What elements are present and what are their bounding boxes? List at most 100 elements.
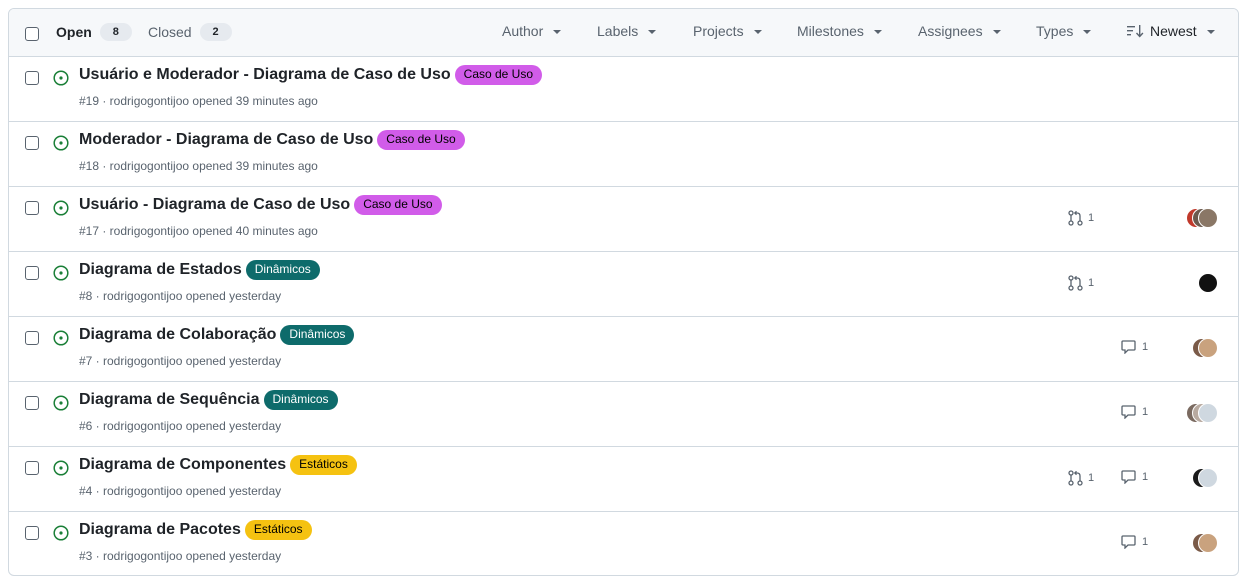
issue-row[interactable]: Diagrama de Sequência Dinâmicos #6 · rodri… bbox=[9, 382, 1238, 447]
labels-filter[interactable]: Labels bbox=[597, 23, 657, 39]
issue-label[interactable]: Caso de Uso bbox=[377, 130, 465, 150]
issue-title-link[interactable]: Usuário - Diagrama de Caso de Uso bbox=[79, 196, 350, 214]
issue-checkbox[interactable] bbox=[25, 526, 39, 540]
milestones-filter-label: Milestones bbox=[797, 23, 864, 39]
labels-filter-label: Labels bbox=[597, 23, 639, 39]
issue-label[interactable]: Caso de Uso bbox=[454, 65, 543, 85]
types-filter-label: Types bbox=[1036, 23, 1074, 39]
assignee-avatars[interactable] bbox=[1186, 208, 1218, 228]
comments-indicator[interactable]: 1 bbox=[1121, 340, 1148, 354]
issue-title-link[interactable]: Diagrama de Sequência bbox=[79, 391, 260, 409]
issue-checkbox[interactable] bbox=[25, 71, 39, 85]
issue-open-icon bbox=[53, 200, 69, 221]
author-filter[interactable]: Author bbox=[502, 23, 562, 39]
sort-dropdown[interactable]: Newest bbox=[1127, 23, 1215, 39]
comment-icon bbox=[1121, 470, 1136, 484]
issue-checkbox[interactable] bbox=[25, 201, 39, 215]
caret-down-icon bbox=[992, 30, 1001, 34]
issues-list-header: Open 8 Closed 2 Author Labels Projects M… bbox=[9, 9, 1238, 57]
issue-open-icon bbox=[53, 70, 69, 91]
author-filter-label: Author bbox=[502, 23, 544, 39]
comment-icon bbox=[1121, 535, 1136, 549]
projects-filter[interactable]: Projects bbox=[693, 23, 762, 39]
issue-title-link[interactable]: Diagrama de Pacotes bbox=[79, 521, 241, 539]
assignee-avatars[interactable] bbox=[1186, 403, 1218, 423]
assignee-avatars[interactable] bbox=[1192, 338, 1218, 358]
avatar bbox=[1198, 533, 1218, 553]
sort-label: Newest bbox=[1150, 23, 1197, 39]
comment-icon bbox=[1121, 340, 1136, 354]
issue-checkbox[interactable] bbox=[25, 136, 39, 150]
open-tab-label: Open bbox=[56, 24, 92, 40]
issue-meta: #18 · rodrigogontijoo opened 39 minutes … bbox=[79, 159, 318, 173]
assignees-filter-label: Assignees bbox=[918, 23, 983, 39]
issue-title-line: Diagrama de Componentes Estáticos bbox=[79, 455, 357, 475]
caret-down-icon bbox=[1083, 30, 1092, 34]
issue-label[interactable]: Estáticos bbox=[244, 520, 312, 540]
issue-title-line: Usuário - Diagrama de Caso de Uso Caso de… bbox=[79, 195, 442, 215]
issue-checkbox[interactable] bbox=[25, 396, 39, 410]
issue-open-icon bbox=[53, 330, 69, 351]
issues-list: Open 8 Closed 2 Author Labels Projects M… bbox=[8, 8, 1239, 576]
avatar bbox=[1198, 468, 1218, 488]
assignee-avatars[interactable] bbox=[1198, 273, 1218, 293]
comments-indicator[interactable]: 1 bbox=[1121, 405, 1148, 419]
comments-indicator[interactable]: 1 bbox=[1121, 470, 1148, 484]
open-issues-tab[interactable]: Open 8 bbox=[56, 23, 132, 41]
issue-row[interactable]: Diagrama de Componentes Estáticos #4 · rod… bbox=[9, 447, 1238, 512]
pull-request-icon bbox=[1068, 275, 1083, 291]
sort-desc-icon bbox=[1127, 25, 1144, 38]
issue-title-line: Diagrama de Sequência Dinâmicos bbox=[79, 390, 338, 410]
assignee-avatars[interactable] bbox=[1192, 533, 1218, 553]
issue-title-link[interactable]: Diagrama de Colaboração bbox=[79, 326, 276, 344]
issue-row[interactable]: Usuário e Moderador - Diagrama de Caso d… bbox=[9, 57, 1238, 122]
closed-tab-label: Closed bbox=[148, 24, 192, 40]
linked-pr-indicator[interactable]: 1 bbox=[1068, 210, 1094, 226]
issue-meta: #6 · rodrigogontijoo opened yesterday bbox=[79, 419, 282, 433]
issue-row[interactable]: Diagrama de Estados Dinâmicos #8 · rodrigo… bbox=[9, 252, 1238, 317]
issue-label[interactable]: Dinâmicos bbox=[245, 260, 320, 280]
issue-open-icon bbox=[53, 525, 69, 546]
caret-down-icon bbox=[873, 30, 882, 34]
assignees-filter[interactable]: Assignees bbox=[918, 23, 1001, 39]
issue-meta: #17 · rodrigogontijoo opened 40 minutes … bbox=[79, 224, 318, 238]
issue-label[interactable]: Estáticos bbox=[290, 455, 357, 475]
issue-row[interactable]: Usuário - Diagrama de Caso de Uso Caso de… bbox=[9, 187, 1238, 252]
caret-down-icon bbox=[1206, 30, 1215, 34]
issue-label[interactable]: Caso de Uso bbox=[354, 195, 442, 215]
pull-request-icon bbox=[1068, 210, 1083, 226]
issue-title-link[interactable]: Usuário e Moderador - Diagrama de Caso d… bbox=[79, 66, 451, 84]
closed-issues-tab[interactable]: Closed 2 bbox=[148, 23, 232, 41]
closed-count-badge: 2 bbox=[199, 23, 232, 41]
issue-label[interactable]: Dinâmicos bbox=[280, 325, 355, 345]
comment-count: 1 bbox=[1142, 536, 1149, 548]
select-all-checkbox[interactable] bbox=[25, 27, 39, 41]
issue-title-line: Diagrama de Pacotes Estáticos bbox=[79, 520, 312, 540]
avatar bbox=[1198, 403, 1218, 423]
issue-checkbox[interactable] bbox=[25, 266, 39, 280]
issue-checkbox[interactable] bbox=[25, 331, 39, 345]
issue-label[interactable]: Dinâmicos bbox=[263, 390, 338, 410]
milestones-filter[interactable]: Milestones bbox=[797, 23, 882, 39]
issue-row[interactable]: Diagrama de Pacotes Estáticos #3 · rodrigo… bbox=[9, 512, 1238, 575]
pr-count: 1 bbox=[1088, 277, 1095, 289]
avatar bbox=[1198, 338, 1218, 358]
linked-pr-indicator[interactable]: 1 bbox=[1068, 470, 1094, 486]
issue-title-line: Diagrama de Colaboração Dinâmicos bbox=[79, 325, 355, 345]
issue-open-icon bbox=[53, 265, 69, 286]
open-count-badge: 8 bbox=[99, 23, 132, 41]
issue-meta: #4 · rodrigogontijoo opened yesterday bbox=[79, 484, 282, 498]
linked-pr-indicator[interactable]: 1 bbox=[1068, 275, 1094, 291]
issue-row[interactable]: Diagrama de Colaboração Dinâmicos #7 · rod… bbox=[9, 317, 1238, 382]
assignee-avatars[interactable] bbox=[1192, 468, 1218, 488]
comment-count: 1 bbox=[1142, 471, 1149, 483]
types-filter[interactable]: Types bbox=[1036, 23, 1092, 39]
issue-title-link[interactable]: Diagrama de Estados bbox=[79, 261, 242, 279]
comments-indicator[interactable]: 1 bbox=[1121, 535, 1148, 549]
pull-request-icon bbox=[1068, 470, 1083, 486]
issue-checkbox[interactable] bbox=[25, 461, 39, 475]
issue-title-link[interactable]: Moderador - Diagrama de Caso de Uso bbox=[79, 131, 373, 149]
issue-open-icon bbox=[53, 395, 69, 416]
issue-row[interactable]: Moderador - Diagrama de Caso de Uso Caso … bbox=[9, 122, 1238, 187]
issue-title-link[interactable]: Diagrama de Componentes bbox=[79, 456, 286, 474]
